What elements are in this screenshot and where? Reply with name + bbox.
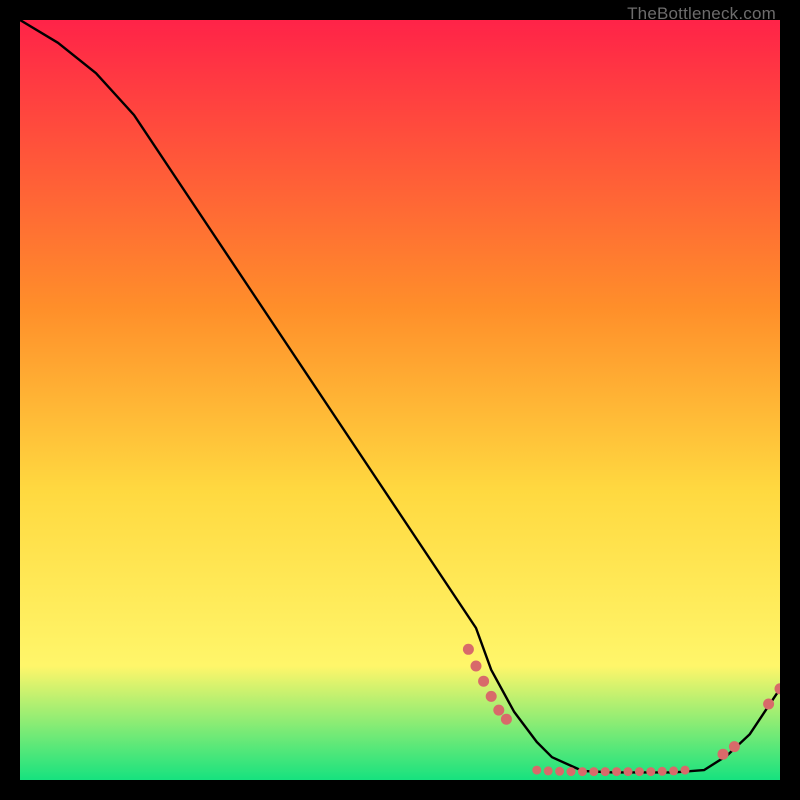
- data-point: [681, 766, 690, 775]
- data-point: [612, 767, 621, 776]
- data-point: [658, 767, 667, 776]
- chart-container: TheBottleneck.com: [0, 0, 800, 800]
- data-point: [486, 691, 497, 702]
- data-point: [493, 705, 504, 716]
- data-point: [567, 767, 576, 776]
- data-point: [578, 767, 587, 776]
- data-point: [501, 714, 512, 725]
- data-point: [635, 767, 644, 776]
- data-point: [471, 661, 482, 672]
- data-point: [601, 767, 610, 776]
- data-point: [478, 676, 489, 687]
- data-point: [729, 741, 740, 752]
- data-point: [646, 767, 655, 776]
- data-point: [763, 699, 774, 710]
- bottleneck-plot: [20, 20, 780, 780]
- data-point: [589, 767, 598, 776]
- data-point: [544, 766, 553, 775]
- gradient-background: [20, 20, 780, 780]
- data-point: [532, 766, 541, 775]
- data-point: [555, 767, 564, 776]
- data-point: [624, 767, 633, 776]
- data-point: [718, 749, 729, 760]
- data-point: [463, 644, 474, 655]
- data-point: [669, 766, 678, 775]
